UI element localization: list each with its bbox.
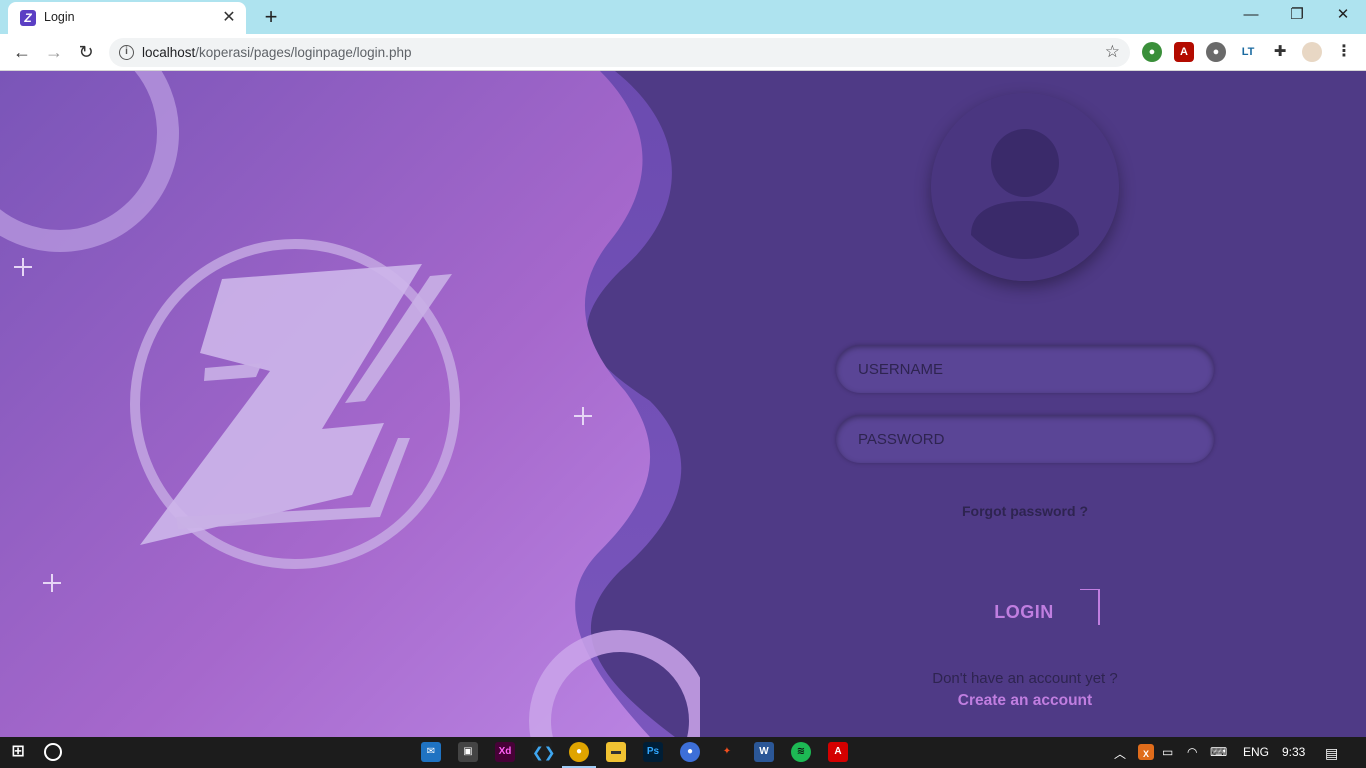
language-indicator[interactable]: ENG	[1243, 745, 1269, 759]
new-tab-button[interactable]: +	[260, 6, 282, 28]
windows-start-icon[interactable]: ⊞	[8, 742, 28, 762]
globe-extension-icon[interactable]: ●	[1142, 42, 1162, 62]
create-account-link[interactable]: Create an account	[836, 692, 1214, 710]
browser-tab-strip: Z Login ✕ + — ❐ ✕	[0, 0, 1366, 34]
profile-avatar-icon[interactable]	[1302, 42, 1322, 62]
vscode-app-icon[interactable]: ❮❯	[532, 742, 555, 762]
login-button[interactable]: LOGIN	[934, 589, 1114, 635]
word-app-icon[interactable]: W	[754, 742, 774, 762]
back-arrow-icon[interactable]: ←	[9, 39, 35, 65]
store-app-icon[interactable]: ▣	[458, 742, 478, 762]
url-path: /koperasi/pages/loginpage/login.php	[195, 45, 412, 60]
windows-taskbar: ⊞ ✉ ▣ Xd ❮❯ ● ▬ Ps ● ✦ W ≋ A ︿ X ▭ ◠ ⌨ E…	[0, 737, 1366, 768]
keyboard-icon[interactable]: ⌨	[1210, 745, 1227, 759]
tab-title: Login	[44, 10, 75, 24]
languagetool-extension-icon[interactable]: LT	[1238, 42, 1258, 62]
minimize-window-button[interactable]: —	[1228, 0, 1274, 34]
address-bar[interactable]: i localhost/koperasi/pages/loginpage/log…	[109, 38, 1130, 67]
star-icon[interactable]: ☆	[1105, 42, 1120, 62]
xampp-tray-icon[interactable]: X	[1138, 744, 1154, 760]
user-avatar-icon	[931, 93, 1119, 281]
cloud-extension-icon[interactable]: ●	[1206, 42, 1226, 62]
restore-window-button[interactable]: ❐	[1274, 0, 1320, 34]
username-input[interactable]	[836, 345, 1214, 393]
file-explorer-app-icon[interactable]: ▬	[606, 742, 626, 762]
photoshop-app-icon[interactable]: Ps	[643, 742, 663, 762]
clock[interactable]: 9:33	[1282, 745, 1305, 759]
reload-icon[interactable]: ↻	[73, 39, 99, 65]
browser-toolbar: ← → ↻ i localhost/koperasi/pages/loginpa…	[0, 34, 1366, 71]
password-input[interactable]	[836, 415, 1214, 463]
close-tab-icon[interactable]: ✕	[220, 9, 238, 27]
chrome-app-icon[interactable]: ●	[569, 742, 589, 762]
close-window-button[interactable]: ✕	[1320, 0, 1366, 34]
extensions-puzzle-icon[interactable]: ✚	[1270, 42, 1290, 62]
z-logo-favicon: Z	[20, 10, 36, 26]
battery-icon[interactable]: ▭	[1162, 745, 1173, 759]
hero-illustration	[0, 71, 700, 737]
firefox-app-icon[interactable]: ●	[680, 742, 700, 762]
kebab-menu-icon[interactable]: ⋮	[1334, 42, 1354, 62]
forward-arrow-icon[interactable]: →	[41, 39, 67, 65]
acrobat-app-icon[interactable]: A	[828, 742, 848, 762]
xd-app-icon[interactable]: Xd	[495, 742, 515, 762]
wifi-icon[interactable]: ◠	[1187, 745, 1197, 759]
no-account-text: Don't have an account yet ?	[932, 670, 1118, 687]
login-button-accent-line	[1098, 589, 1100, 625]
url-text[interactable]: localhost/koperasi/pages/loginpage/login…	[142, 45, 411, 60]
figma-app-icon[interactable]: ✦	[717, 742, 737, 762]
login-page: Forgot password ? LOGIN Don't have an ac…	[0, 71, 1366, 737]
url-host: localhost	[142, 45, 196, 60]
spotify-app-icon[interactable]: ≋	[791, 742, 811, 762]
notifications-icon[interactable]: ▤	[1325, 745, 1338, 762]
login-button-accent-top	[1080, 589, 1100, 590]
forgot-password-link[interactable]: Forgot password ?	[836, 503, 1214, 519]
info-icon[interactable]: i	[119, 45, 134, 60]
mail-app-icon[interactable]: ✉	[421, 742, 441, 762]
browser-tab[interactable]: Z Login ✕	[8, 2, 246, 34]
acrobat-extension-icon[interactable]: A	[1174, 42, 1194, 62]
tray-chevron-icon[interactable]: ︿	[1114, 745, 1126, 762]
cortana-circle-icon[interactable]	[44, 743, 62, 761]
